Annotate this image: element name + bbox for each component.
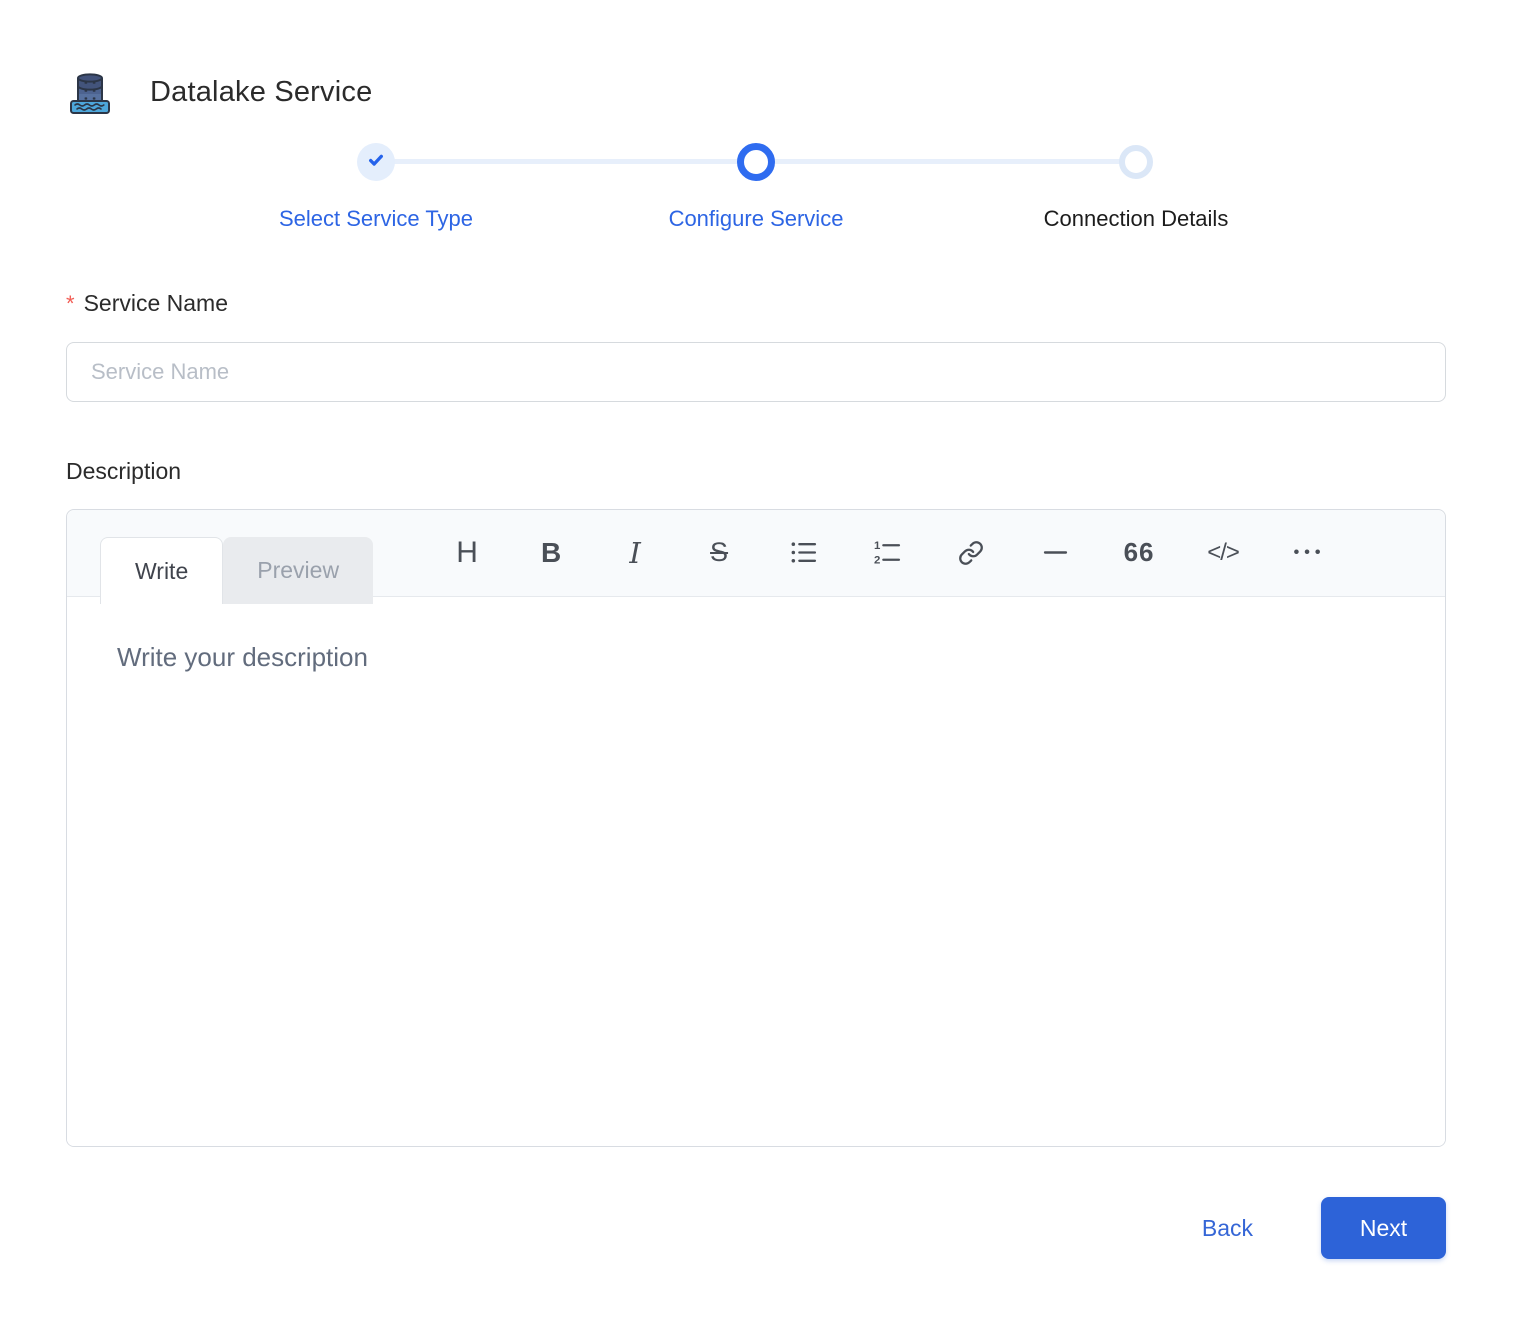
description-label: Description — [66, 458, 1446, 485]
italic-button[interactable]: I — [615, 525, 655, 581]
step-completed-indicator — [357, 143, 395, 181]
editor-body — [67, 597, 1445, 1146]
page-header: Datalake Service — [66, 0, 1446, 116]
back-button[interactable]: Back — [1182, 1205, 1273, 1252]
service-name-label-text: Service Name — [83, 290, 228, 316]
bold-button[interactable]: B — [531, 525, 571, 581]
horizontal-rule-button[interactable] — [1035, 525, 1075, 581]
bulleted-list-icon — [790, 539, 817, 566]
code-icon: </> — [1207, 538, 1240, 566]
page-title: Datalake Service — [150, 75, 373, 108]
numbered-list-button[interactable]: 1 2 — [867, 525, 907, 581]
service-name-label: * Service Name — [66, 290, 1446, 317]
more-options-icon: ••• — [1293, 543, 1326, 561]
step-active-indicator — [737, 143, 775, 181]
heading-icon: H — [456, 535, 478, 569]
wizard-stepper: Select Service Type Configure Service Co… — [186, 142, 1326, 232]
step-label: Connection Details — [1043, 206, 1229, 231]
tab-preview[interactable]: Preview — [223, 537, 374, 604]
markdown-editor: Write Preview H B I S 1 2 66 </> ••• Wri… — [66, 509, 1446, 1147]
check-icon — [365, 149, 387, 176]
horizontal-rule-icon — [1042, 539, 1069, 566]
svg-text:2: 2 — [874, 554, 880, 566]
more-options-button[interactable]: ••• — [1287, 525, 1327, 581]
service-name-input[interactable] — [66, 342, 1446, 402]
step-configure-service: Configure Service — [376, 142, 946, 232]
description-textarea[interactable] — [67, 597, 1445, 1146]
italic-icon: I — [629, 535, 641, 570]
quote-icon: 66 — [1123, 537, 1155, 567]
code-button[interactable]: </> — [1203, 525, 1243, 581]
step-label: Select Service Type — [278, 206, 474, 231]
step-label: Configure Service — [668, 206, 844, 231]
bold-icon: B — [540, 536, 562, 568]
strikethrough-icon: S — [710, 537, 729, 567]
description-field-group: Description Write Preview H B I S 1 2 66… — [66, 458, 1446, 1147]
numbered-list-icon: 1 2 — [874, 539, 901, 566]
bulleted-list-button[interactable] — [783, 525, 823, 581]
step-pending-indicator — [1119, 145, 1153, 179]
required-asterisk: * — [66, 291, 75, 316]
service-name-field-group: * Service Name — [66, 290, 1446, 402]
step-select-service-type: Select Service Type — [186, 142, 566, 232]
editor-tools: H B I S 1 2 66 </> ••• — [447, 510, 1327, 596]
strikethrough-button[interactable]: S — [699, 525, 739, 581]
quote-button[interactable]: 66 — [1119, 525, 1159, 581]
editor-tabs: Write Preview — [100, 537, 374, 604]
datalake-service-icon — [66, 68, 114, 116]
heading-button[interactable]: H — [447, 525, 487, 581]
description-label-text: Description — [66, 458, 182, 484]
tab-write[interactable]: Write — [100, 537, 224, 604]
link-icon — [958, 540, 984, 566]
svg-text:1: 1 — [874, 540, 881, 552]
datalake-service-wizard: Datalake Service Select Service Type Con… — [0, 0, 1516, 1334]
editor-toolbar: Write Preview H B I S 1 2 66 </> ••• — [67, 510, 1445, 604]
step-connection-details: Connection Details — [756, 142, 1326, 232]
next-button[interactable]: Next — [1321, 1197, 1446, 1259]
link-button[interactable] — [951, 525, 991, 581]
wizard-footer: Back Next — [66, 1197, 1446, 1259]
